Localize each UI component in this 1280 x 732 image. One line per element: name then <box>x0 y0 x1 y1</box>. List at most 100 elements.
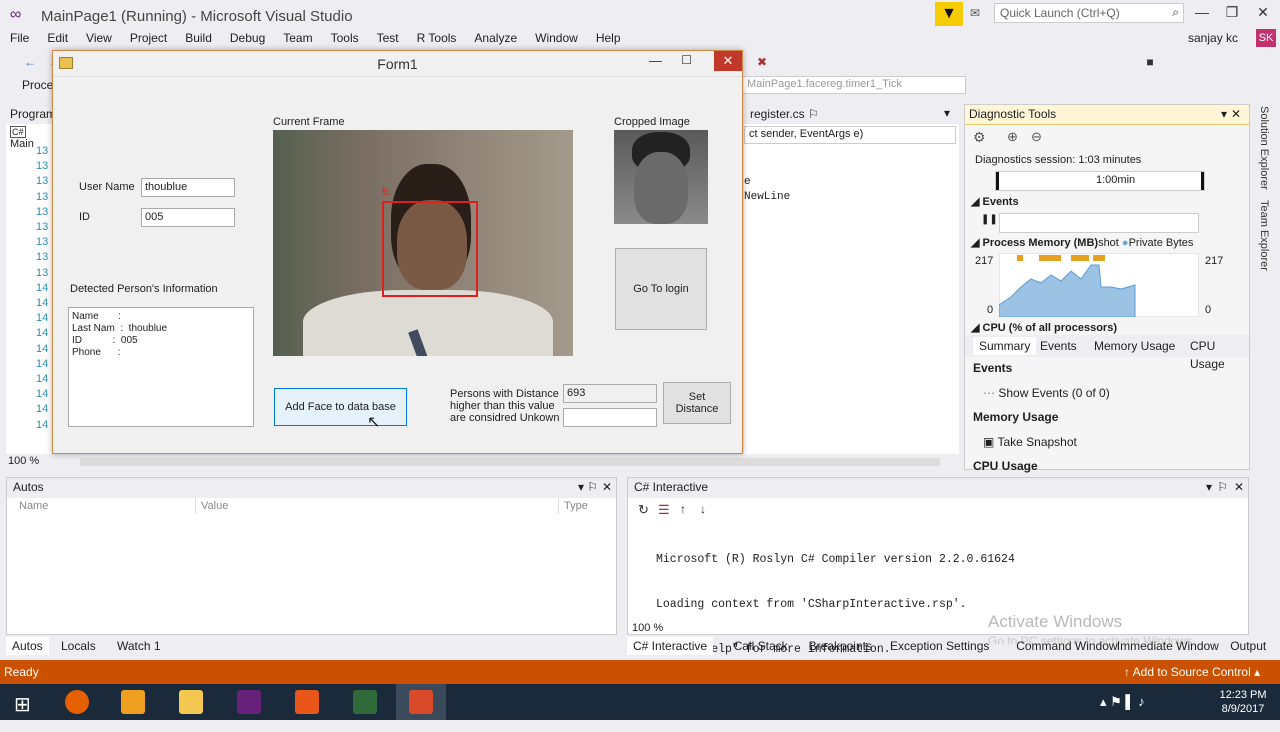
menu-analyze[interactable]: Analyze <box>464 30 525 46</box>
distance-value-input[interactable]: 693 <box>563 384 657 403</box>
notification-filter-icon[interactable]: ▼ <box>935 2 963 26</box>
taskbar-media[interactable] <box>108 684 158 720</box>
menu-window[interactable]: Window <box>525 30 586 46</box>
tab-dropdown-icon[interactable]: ▾ <box>944 106 950 120</box>
maximize-button[interactable]: ❐ <box>1217 4 1247 24</box>
pin-icon[interactable]: ⚐ <box>587 480 598 494</box>
close-icon[interactable]: ✕ <box>602 480 612 494</box>
quick-launch-input[interactable]: Quick Launch (Ctrl+Q) ⌕ <box>994 3 1184 23</box>
avatar[interactable]: SK <box>1256 29 1276 47</box>
menu-view[interactable]: View <box>76 30 120 46</box>
tab-team-explorer[interactable]: Team Explorer <box>1258 200 1270 271</box>
menu-r-tools[interactable]: R Tools <box>407 30 465 46</box>
distance-new-input[interactable] <box>563 408 657 427</box>
zoom-in-icon[interactable]: ⊕ <box>1007 129 1018 145</box>
menu-test[interactable]: Test <box>367 30 407 46</box>
bookmark-icon[interactable]: ■ <box>1142 54 1158 70</box>
menu-help[interactable]: Help <box>586 30 629 46</box>
close-button[interactable]: ✕ <box>1248 4 1278 24</box>
recorder-icon <box>295 690 319 714</box>
history-down-icon[interactable]: ↓ <box>700 502 706 516</box>
timeline[interactable]: 1:00min <box>995 171 1205 191</box>
dropdown-icon[interactable]: ▾ <box>1221 107 1227 121</box>
tab-autos[interactable]: Autos <box>6 637 49 655</box>
diag-tab-cpu-usage[interactable]: CPU Usage <box>1184 337 1249 373</box>
take-snapshot-button[interactable]: ▣ Take Snapshot <box>983 435 1077 449</box>
tray-icons[interactable]: ▴ ⚑ ▌ ♪ <box>1100 694 1145 710</box>
tab-c-interactive[interactable]: C# Interactive <box>627 637 714 655</box>
menu-debug[interactable]: Debug <box>220 30 273 46</box>
events-section[interactable]: ◢ Events <box>971 195 1019 208</box>
show-events-link[interactable]: ⋯ Show Events (0 of 0) <box>983 386 1110 400</box>
tab-locals[interactable]: Locals <box>55 637 102 655</box>
tab-exception-settings[interactable]: Exception Settings <box>884 637 995 655</box>
tab-immediate-window[interactable]: Immediate Window <box>1111 637 1225 655</box>
menu-team[interactable]: Team <box>273 30 320 46</box>
program-panel-title[interactable]: Program <box>6 104 56 124</box>
close-icon[interactable]: ✕ <box>1234 480 1244 494</box>
settings-icon[interactable]: ⚙ <box>973 129 986 146</box>
diag-tab-events[interactable]: Events <box>1034 337 1083 355</box>
tab-output[interactable]: Output <box>1224 637 1272 655</box>
dropdown-icon[interactable]: ▾ <box>578 480 584 494</box>
menu-file[interactable]: File <box>0 30 37 46</box>
form-maximize-button[interactable]: ☐ <box>681 53 692 67</box>
go-to-login-button[interactable]: Go To login <box>615 248 707 330</box>
clear-icon[interactable]: ☰ <box>658 502 670 518</box>
taskbar-explorer[interactable] <box>166 684 216 720</box>
cpu-section[interactable]: ◢ CPU (% of all processors) <box>971 321 1117 334</box>
debug-icon[interactable]: ✖ <box>754 54 770 70</box>
stack-frame-combo[interactable]: MainPage1.facereg.timer1_Tick <box>742 76 966 94</box>
method-combo[interactable]: ct sender, EventArgs e) <box>744 126 956 144</box>
dropdown-icon[interactable]: ▾ <box>1206 480 1212 494</box>
column-value[interactable]: Value <box>201 500 228 512</box>
clock[interactable]: 12:23 PM 8/9/2017 <box>1216 688 1270 716</box>
user-name[interactable]: sanjay kc <box>1188 31 1238 45</box>
taskbar-visual-studio[interactable] <box>224 684 274 720</box>
tab-register-cs[interactable]: register.cs ⚐ <box>750 107 819 121</box>
tab-call-stack[interactable]: Call Stack <box>728 637 794 655</box>
add-source-control[interactable]: ↑ Add to Source Control ▴ <box>1124 665 1260 679</box>
tab-command-window[interactable]: Command Window <box>1010 637 1123 655</box>
user-name-label: User Name <box>79 181 135 193</box>
back-icon[interactable]: ← <box>22 54 38 70</box>
form-minimize-button[interactable]: — <box>649 53 662 68</box>
zoom-out-icon[interactable]: ⊖ <box>1031 129 1042 145</box>
diag-tab-summary[interactable]: Summary <box>973 337 1037 355</box>
taskbar-form-app[interactable] <box>396 684 446 720</box>
add-face-button[interactable]: Add Face to data base <box>274 388 407 426</box>
menu-tools[interactable]: Tools <box>321 30 367 46</box>
horizontal-scrollbar[interactable] <box>80 458 940 466</box>
tab-solution-explorer[interactable]: Solution Explorer <box>1258 106 1270 190</box>
code-editor[interactable]: ct sender, EventArgs e) e NewLine <box>744 124 959 454</box>
tab-watch-1[interactable]: Watch 1 <box>111 637 167 655</box>
zoom-level[interactable]: 100 % <box>8 455 39 467</box>
feedback-icon[interactable]: ✉ <box>970 6 980 20</box>
minimize-button[interactable]: — <box>1187 4 1217 24</box>
memory-section[interactable]: ◢ Process Memory (MB)shot ●Private Bytes <box>971 236 1193 249</box>
taskbar-firefox[interactable] <box>52 684 102 720</box>
menu-build[interactable]: Build <box>175 30 220 46</box>
interactive-zoom[interactable]: 100 % <box>632 622 663 634</box>
reset-icon[interactable]: ↻ <box>638 502 649 518</box>
taskbar-tool[interactable] <box>340 684 390 720</box>
tab-breakpoints[interactable]: Breakpoints <box>803 637 878 655</box>
history-up-icon[interactable]: ↑ <box>680 502 686 516</box>
program-panel: C# Main 13 13 13 13 13 13 13 13 13 14 14 14 14 14 14 14… <box>6 124 52 454</box>
id-input[interactable]: 005 <box>141 208 235 227</box>
form-close-button[interactable]: ✕ <box>714 51 742 71</box>
menu-project[interactable]: Project <box>120 30 175 46</box>
column-type[interactable]: Type <box>564 500 588 512</box>
pause-icon[interactable]: ❚❚ <box>981 214 998 225</box>
taskbar-recorder[interactable] <box>282 684 332 720</box>
pin-icon[interactable]: ⚐ <box>1217 480 1228 494</box>
start-button[interactable]: ⊞ <box>0 684 50 720</box>
user-name-input[interactable]: thoublue <box>141 178 235 197</box>
diag-tab-memory-usage[interactable]: Memory Usage <box>1088 337 1181 355</box>
column-name[interactable]: Name <box>19 500 48 512</box>
menu-edit[interactable]: Edit <box>37 30 76 46</box>
pin-icon[interactable]: ⚐ <box>808 107 819 121</box>
set-distance-button[interactable]: Set Distance <box>663 382 731 424</box>
status-ready: Ready <box>4 665 39 679</box>
close-icon[interactable]: ✕ <box>1231 107 1241 121</box>
